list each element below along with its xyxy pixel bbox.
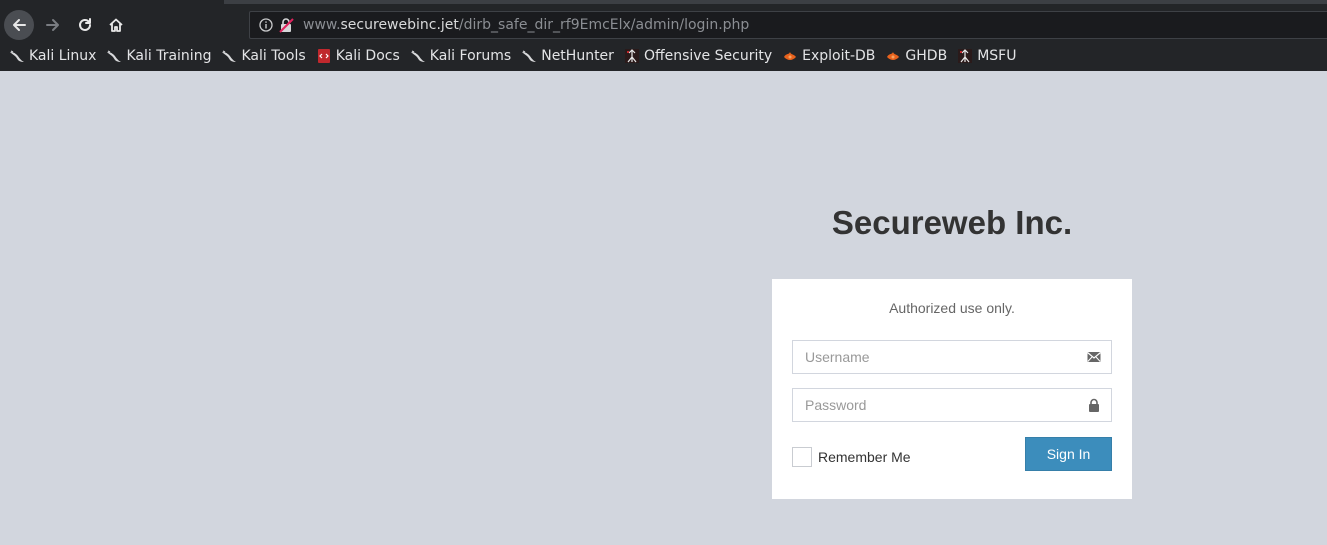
home-icon [109,18,123,32]
reload-icon [79,18,91,31]
bookmark-kali-tools[interactable]: Kali Tools [221,43,306,69]
bookmark-label: MSFU [977,48,1017,64]
bookmark-label: Offensive Security [643,48,773,64]
kali-dragon-icon [106,48,122,64]
address-bar[interactable]: www.securewebinc.jet/dirb_safe_dir_rf9Em… [249,11,1327,39]
insecure-lock-icon[interactable] [278,17,294,33]
bookmark-kali-linux[interactable]: Kali Linux [9,43,96,69]
lock-icon [1087,398,1101,412]
sign-in-button[interactable]: Sign In [1025,437,1112,471]
url-prefix: www. [303,17,341,33]
bookmark-label: Kali Docs [335,48,400,64]
url-host: securewebinc.jet [340,17,459,33]
bookmark-offensive-security[interactable]: Offensive Security [624,43,772,69]
kali-dragon-icon [410,48,426,64]
offsec-icon [957,48,973,64]
remember-me-checkbox[interactable] [792,447,812,467]
bookmark-msfu[interactable]: MSFU [957,43,1016,69]
tab-strip [224,0,1327,4]
login-box: Authorized use only. Remember Me Sign In [772,279,1132,499]
kali-docs-icon [316,48,332,64]
bookmark-ghdb[interactable]: GHDB [885,43,947,69]
arrow-right-icon [46,19,59,31]
offsec-icon [624,48,640,64]
reload-button[interactable] [70,10,100,40]
bookmark-kali-training[interactable]: Kali Training [106,43,211,69]
url-text: www.securewebinc.jet/dirb_safe_dir_rf9Em… [303,17,749,33]
bookmark-label: Kali Tools [241,48,306,64]
bookmark-exploit-db[interactable]: Exploit-DB [782,43,875,69]
browser-toolbar: www.securewebinc.jet/dirb_safe_dir_rf9Em… [0,0,1327,71]
bookmark-label: NetHunter [541,48,614,64]
exploit-db-icon [885,48,901,64]
bookmark-label: Kali Forums [429,48,512,64]
username-field[interactable] [792,340,1112,374]
password-input[interactable] [793,389,1075,421]
info-icon[interactable] [258,17,274,33]
bookmark-label: Exploit-DB [802,48,876,64]
envelope-icon [1087,350,1101,364]
url-path: /dirb_safe_dir_rf9EmcElx/admin/login.php [458,17,750,33]
bookmark-label: Kali Linux [29,48,97,64]
kali-dragon-icon [9,48,25,64]
arrow-left-icon [13,19,26,31]
bookmarks-bar: Kali Linux Kali Training Kali Tools Kali… [0,43,1016,69]
bookmark-kali-forums[interactable]: Kali Forums [410,43,511,69]
kali-dragon-icon [221,48,237,64]
remember-me[interactable]: Remember Me [792,447,911,467]
home-button[interactable] [101,10,131,40]
bookmark-nethunter[interactable]: NetHunter [521,43,614,69]
bookmark-kali-docs[interactable]: Kali Docs [316,43,400,69]
back-button[interactable] [4,10,34,40]
exploit-db-icon [782,48,798,64]
brand-title: Secureweb Inc. [831,204,1073,241]
bookmark-label: GHDB [905,48,948,64]
remember-me-label: Remember Me [818,449,911,465]
bookmark-label: Kali Training [126,48,212,64]
kali-dragon-icon [521,48,537,64]
password-field[interactable] [792,388,1112,422]
forward-button[interactable] [38,10,68,40]
username-input[interactable] [793,341,1075,373]
login-message: Authorized use only. [889,300,1015,316]
